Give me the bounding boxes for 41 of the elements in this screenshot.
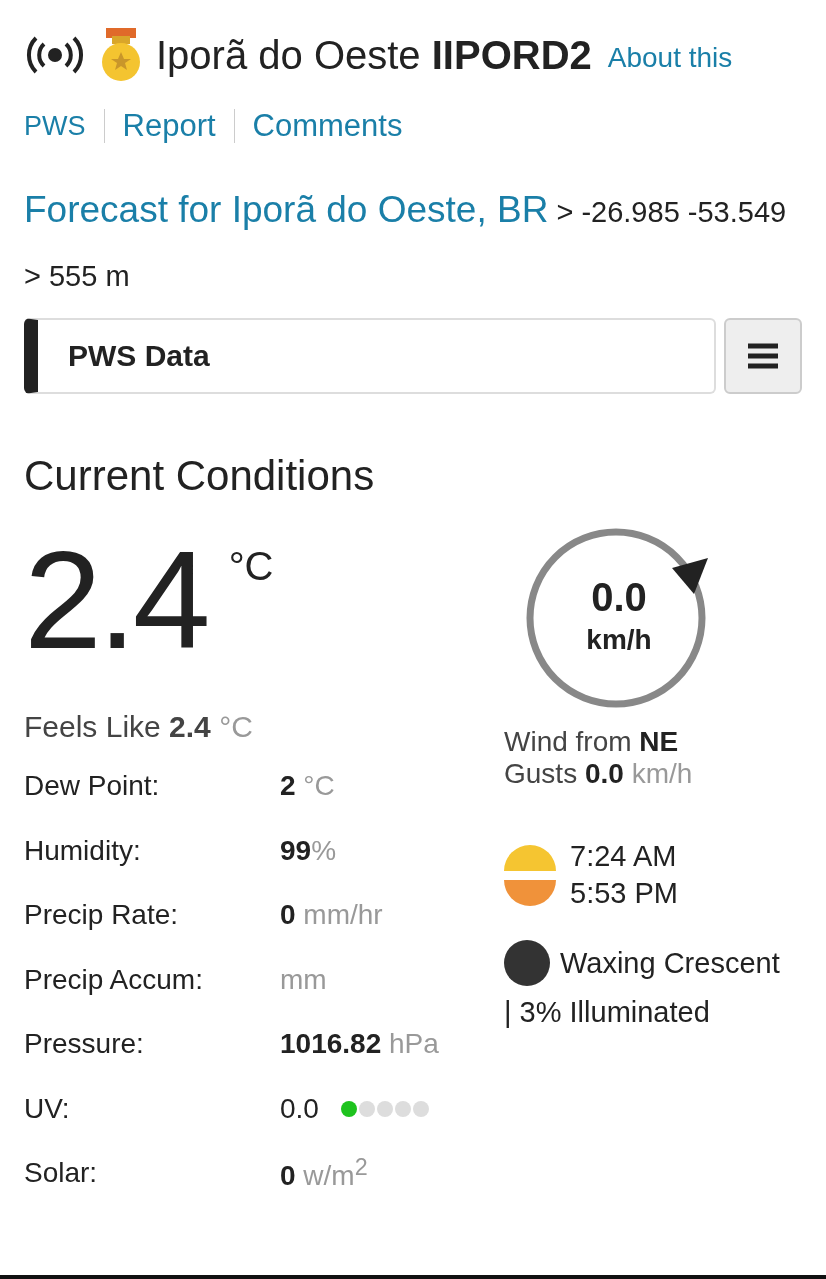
forecast-line: Forecast for Iporã do Oeste, BR > -26.985 -53.549 > 555 m xyxy=(24,188,788,294)
moon-phase: Waxing Crescent xyxy=(560,946,780,980)
section-heading: Current Conditions xyxy=(24,452,376,500)
row-value: 2 °C xyxy=(280,770,335,803)
row-value: 1016.82 hPa xyxy=(280,1028,439,1061)
sunset-icon xyxy=(504,879,556,908)
wind-speed: 0.0 xyxy=(591,574,647,620)
sunrise-time: 7:24 AM xyxy=(570,840,677,873)
medal-icon xyxy=(100,28,142,82)
station-title: Iporã do Oeste IIPORD2 xyxy=(156,32,592,78)
nav-link[interactable]: Comments xyxy=(252,108,403,144)
row-value: mm xyxy=(280,963,327,996)
moon-icon xyxy=(504,940,550,986)
wind-unit: km/h xyxy=(586,623,652,656)
menu-button[interactable] xyxy=(724,318,802,394)
row-label: Humidity: xyxy=(24,834,142,867)
row-label: Solar: xyxy=(24,1157,99,1190)
temperature-unit: °C xyxy=(228,544,274,589)
section-title-bar: PWS Data xyxy=(24,318,716,394)
moon-illumination: | 3% Illuminated xyxy=(504,996,710,1029)
row-value: 0 w/m$^{2}$ xyxy=(280,1154,368,1193)
nav-link[interactable]: Report xyxy=(122,108,216,144)
feels-like-text: Feels Like 2.4 °C xyxy=(24,710,254,744)
row-value: 99% xyxy=(280,834,337,867)
gusts-text: Gusts 0.0 km/h xyxy=(504,758,693,790)
row-label: Precip Rate: xyxy=(24,899,180,932)
temperature-value: 2.4 xyxy=(24,530,207,670)
row-label: UV: xyxy=(24,1092,71,1125)
row-value: 0.0 xyxy=(280,1092,319,1125)
row-label: Precip Accum: xyxy=(24,963,204,996)
nav-link[interactable]: PWS xyxy=(24,110,86,142)
sunset-time: 5:53 PM xyxy=(570,877,678,910)
menu-icon xyxy=(748,343,778,369)
forecast-link[interactable]: Forecast for Iporã do Oeste, BR xyxy=(24,189,549,230)
sunrise-icon xyxy=(504,842,556,871)
about-link[interactable]: About this xyxy=(607,42,733,74)
row-value: 0 mm/hr xyxy=(280,899,383,932)
row-label: Pressure: xyxy=(24,1028,145,1061)
wind-direction-text: Wind from NE xyxy=(504,726,679,758)
row-label: Dew Point: xyxy=(24,770,161,803)
broadcast-icon xyxy=(24,35,86,75)
